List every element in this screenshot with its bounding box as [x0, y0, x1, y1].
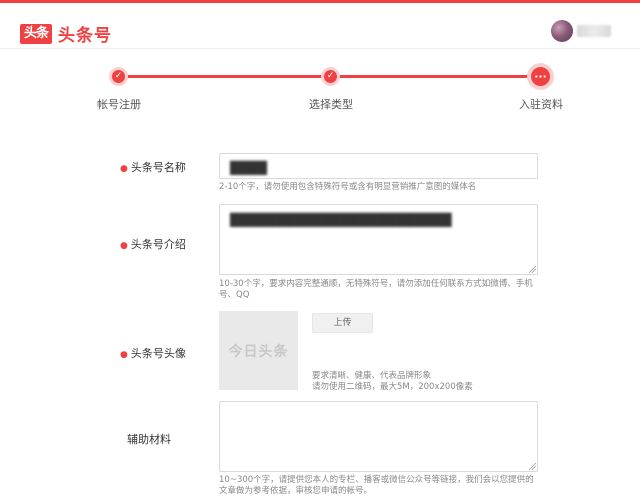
avatar-preview[interactable]: 今日头条 — [219, 311, 298, 390]
step-2-check-icon: ✓ — [321, 67, 340, 86]
user-name[interactable]: 小鱼 — [577, 25, 611, 37]
name-input[interactable]: ████ — [219, 153, 538, 179]
resize-handle-icon[interactable] — [529, 463, 536, 470]
intro-textarea[interactable]: ████████████████████████ — [219, 204, 538, 275]
name-input-value: ████ — [230, 161, 267, 175]
avatar-placeholder-logo: 今日头条 — [228, 343, 289, 360]
logo-text: 头条号 — [58, 26, 113, 46]
progress-steps: ✓ ✓ ··· 帐号注册 选择类型 入驻资料 — [0, 62, 640, 112]
required-mark: ● — [120, 241, 128, 251]
step-3-label: 入驻资料 — [519, 98, 563, 111]
logo-badge: 头条 — [20, 23, 53, 44]
materials-textarea[interactable] — [219, 401, 538, 472]
step-1-check-icon: ✓ — [109, 67, 128, 86]
name-hint: 2-10个字，请勿使用包含特殊符号或含有明显营销推广意图的媒体名 — [219, 182, 477, 192]
avatar-hint-line1: 要求清晰、健康、代表品牌形象 — [312, 371, 432, 381]
materials-field-label: 辅助材料 — [127, 431, 171, 447]
step-3-more-icon: ··· — [527, 63, 554, 90]
user-avatar[interactable] — [551, 20, 573, 42]
intro-field-label: ● 头条号介绍 — [120, 236, 186, 252]
header: 头条 头条号 小鱼 — [0, 3, 640, 49]
resize-handle-icon[interactable] — [529, 266, 536, 273]
intro-label-text: 头条号介绍 — [130, 238, 186, 251]
required-mark: ● — [120, 164, 128, 174]
intro-hint: 10-30个字，要求内容完整通顺，无特殊符号，请勿添加任何联系方式如微博、手机号… — [219, 279, 533, 300]
avatar-hint-line2: 请勿使用二维码，最大5M，200x200像素 — [312, 382, 473, 392]
avatar-label-text: 头条号头像 — [130, 347, 186, 360]
logo[interactable]: 头条 头条号 — [20, 21, 112, 46]
upload-button[interactable]: 上传 — [312, 313, 373, 333]
name-label-text: 头条号名称 — [130, 161, 186, 174]
materials-hint: 10~300个字，请提供您本人的专栏、播客或微信公众号等链接，我们会以您提供的文… — [219, 475, 534, 496]
intro-textarea-value: ████████████████████████ — [230, 213, 452, 227]
step-connector — [331, 75, 541, 78]
step-1-label: 帐号注册 — [97, 98, 141, 111]
step-connector — [119, 75, 331, 78]
name-field-label: ● 头条号名称 — [120, 159, 186, 175]
required-mark: ● — [120, 350, 128, 360]
materials-label-text: 辅助材料 — [127, 433, 171, 446]
step-2-label: 选择类型 — [309, 98, 353, 111]
avatar-field-label: ● 头条号头像 — [120, 345, 186, 361]
